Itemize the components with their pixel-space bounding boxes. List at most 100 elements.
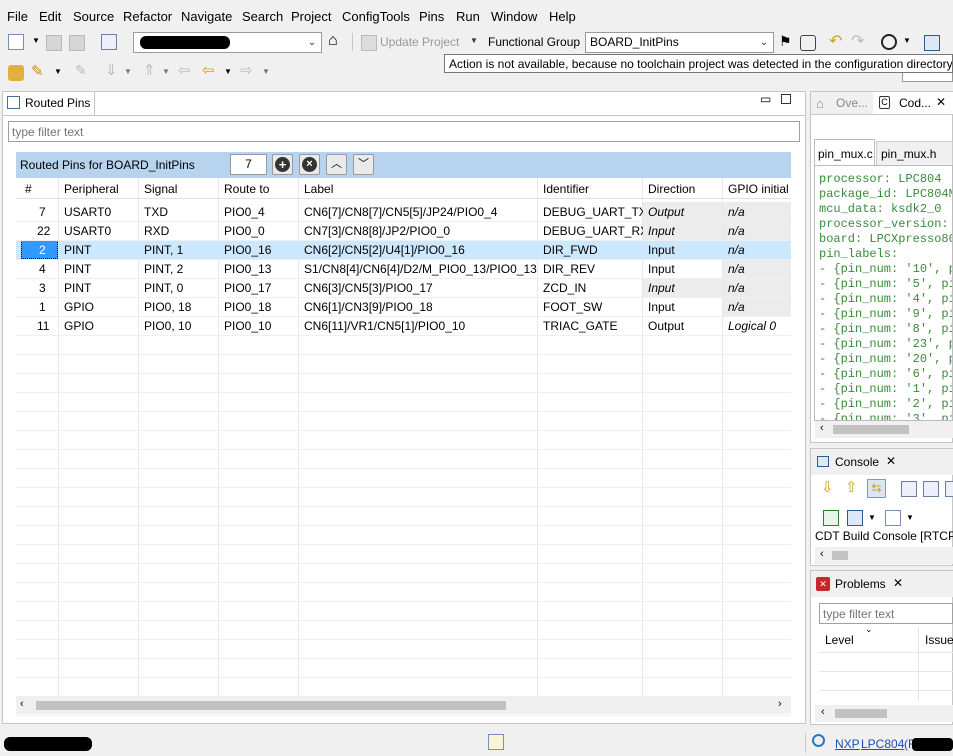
tab-pin-mux-c[interactable]: pin_mux.c bbox=[814, 139, 875, 165]
chevron-down-icon[interactable]: ▼ bbox=[470, 36, 478, 45]
table-row[interactable]: 22 USART0 RXD PIO0_0 CN7[3]/CN8[8]/JP2/P… bbox=[16, 221, 791, 240]
cell-route[interactable]: PIO0_0 bbox=[224, 224, 265, 238]
status-nxp-link[interactable]: NXP bbox=[835, 737, 860, 751]
chevron-left-icon[interactable]: ‹ bbox=[820, 422, 824, 434]
table-row[interactable]: 11 GPIO PIO0, 10 PIO0_10 CN6[11]/VR1/CN5… bbox=[16, 316, 791, 335]
cell-identifier[interactable]: FOOT_SW bbox=[543, 300, 602, 314]
cell-label[interactable]: S1/CN8[4]/CN6[4]/D2/M_PIO0_13/PIO0_13 bbox=[304, 262, 537, 276]
col-route-to[interactable]: Route to bbox=[224, 182, 269, 196]
menu-edit[interactable]: Edit bbox=[39, 9, 61, 24]
cell-gpio[interactable]: n/a bbox=[728, 243, 745, 257]
new-console-icon[interactable] bbox=[945, 481, 953, 497]
chevron-down-icon[interactable]: ▼ bbox=[32, 36, 40, 45]
console-horizontal-scrollbar[interactable]: ‹ bbox=[815, 547, 953, 564]
tab-problems[interactable]: ✕ Problems ✕ bbox=[811, 571, 953, 597]
scrollbar-thumb[interactable] bbox=[832, 551, 848, 560]
chevron-down-icon[interactable]: ▼ bbox=[224, 67, 232, 76]
new-icon[interactable] bbox=[885, 510, 901, 526]
menu-project[interactable]: Project bbox=[291, 9, 331, 24]
cell-route[interactable]: PIO0_17 bbox=[224, 281, 271, 295]
quick-access-field[interactable] bbox=[902, 73, 953, 82]
scrollbar-thumb[interactable] bbox=[36, 701, 506, 710]
cell-identifier[interactable]: DIR_FWD bbox=[543, 243, 598, 257]
menu-search[interactable]: Search bbox=[242, 9, 283, 24]
cell-peripheral[interactable]: USART0 bbox=[64, 224, 111, 238]
cell-label[interactable]: CN6[7]/CN8[7]/CN5[5]/JP24/PIO0_4 bbox=[304, 205, 497, 219]
new-icon[interactable] bbox=[8, 34, 24, 50]
cell-peripheral[interactable]: USART0 bbox=[64, 205, 111, 219]
user-icon[interactable] bbox=[881, 34, 897, 50]
cell-gpio[interactable]: n/a bbox=[728, 205, 745, 219]
arrow-up-icon[interactable]: ⇧ bbox=[845, 478, 858, 496]
cell-label[interactable]: CN6[1]/CN3[9]/PIO0_18 bbox=[304, 300, 433, 314]
cell-direction[interactable]: Output bbox=[648, 319, 684, 333]
functional-group-combo[interactable]: BOARD_InitPins ⌄ bbox=[585, 32, 774, 53]
tab-code-preview[interactable]: C Cod... ✕ bbox=[873, 92, 953, 114]
cell-signal[interactable]: TXD bbox=[144, 205, 168, 219]
col-num[interactable]: # bbox=[25, 182, 32, 196]
monitor-icon[interactable] bbox=[847, 510, 863, 526]
cell-identifier[interactable]: DIR_REV bbox=[543, 262, 595, 276]
cell-peripheral[interactable]: PINT bbox=[64, 243, 91, 257]
project-combo[interactable]: ⌄ bbox=[133, 32, 322, 53]
wand-icon[interactable]: ✎ bbox=[31, 62, 44, 80]
table-horizontal-scrollbar[interactable]: ‹ › bbox=[16, 697, 791, 714]
table-row[interactable]: 3 PINT PINT, 0 PIO0_17 CN6[3]/CN5[3]/PIO… bbox=[16, 278, 791, 297]
tab-pin-mux-h[interactable]: pin_mux.h bbox=[876, 141, 953, 165]
menu-file[interactable]: File bbox=[7, 9, 28, 24]
terminal-icon[interactable] bbox=[823, 510, 839, 526]
cell-route[interactable]: PIO0_18 bbox=[224, 300, 271, 314]
col-issue[interactable]: Issue bbox=[925, 633, 953, 647]
chevron-down-icon[interactable]: ▼ bbox=[54, 67, 62, 76]
add-row-button[interactable]: + bbox=[272, 154, 293, 175]
binary-icon[interactable] bbox=[101, 34, 117, 50]
cell-label[interactable]: CN6[2]/CN5[2]/U4[1]/PIO0_16 bbox=[304, 243, 465, 257]
cell-gpio[interactable]: n/a bbox=[728, 281, 745, 295]
chevron-right-icon[interactable]: › bbox=[778, 698, 782, 710]
routed-pins-filter-input[interactable] bbox=[8, 121, 800, 142]
monitor-icon[interactable] bbox=[924, 35, 940, 51]
cell-peripheral[interactable]: GPIO bbox=[64, 319, 94, 333]
cell-gpio[interactable]: Logical 0 bbox=[728, 319, 776, 333]
problems-filter-input[interactable] bbox=[819, 603, 953, 624]
col-identifier[interactable]: Identifier bbox=[543, 182, 589, 196]
close-icon[interactable]: ✕ bbox=[893, 576, 903, 590]
cell-signal[interactable]: PINT, 0 bbox=[144, 281, 183, 295]
cell-identifier[interactable]: TRIAC_GATE bbox=[543, 319, 617, 333]
cell-label[interactable]: CN6[11]/VR1/CN5[1]/PIO0_10 bbox=[304, 319, 465, 333]
chevron-left-icon[interactable]: ‹ bbox=[821, 706, 825, 718]
col-direction[interactable]: Direction bbox=[648, 182, 695, 196]
cell-peripheral[interactable]: GPIO bbox=[64, 300, 94, 314]
tab-overview[interactable]: ⌂ Ove... bbox=[811, 92, 873, 114]
cell-direction[interactable]: Input bbox=[648, 224, 675, 238]
cell-direction[interactable]: Input bbox=[648, 262, 675, 276]
cell-peripheral[interactable]: PINT bbox=[64, 262, 91, 276]
maximize-icon[interactable] bbox=[781, 94, 791, 104]
code-editor[interactable]: processor: LPC804 package_id: LPC804M mcu_… bbox=[814, 165, 953, 421]
cell-signal[interactable]: PIO0, 10 bbox=[144, 319, 191, 333]
close-icon[interactable]: ✕ bbox=[886, 454, 896, 468]
display-console-icon[interactable] bbox=[923, 481, 939, 497]
status-chip-link[interactable]: LPC804 bbox=[861, 737, 904, 751]
col-gpio-initial[interactable]: GPIO initial bbox=[728, 182, 789, 196]
cell-direction[interactable]: Input bbox=[648, 281, 675, 295]
chevron-down-icon[interactable]: ▼ bbox=[903, 36, 911, 45]
menu-refactor[interactable]: Refactor bbox=[123, 9, 172, 24]
problems-horizontal-scrollbar[interactable]: ‹ bbox=[815, 705, 953, 722]
power-icon[interactable] bbox=[812, 734, 825, 747]
comment-icon[interactable] bbox=[800, 35, 816, 51]
code-horizontal-scrollbar[interactable]: ‹ bbox=[815, 421, 953, 438]
cell-signal[interactable]: PINT, 1 bbox=[144, 243, 183, 257]
table-row[interactable]: 7 USART0 TXD PIO0_4 CN6[7]/CN8[7]/CN5[5]… bbox=[16, 202, 791, 221]
remove-row-button[interactable]: × bbox=[299, 154, 320, 175]
cell-route[interactable]: PIO0_10 bbox=[224, 319, 271, 333]
cell-gpio[interactable]: n/a bbox=[728, 262, 745, 276]
debug-icon[interactable] bbox=[8, 65, 24, 81]
table-row[interactable]: 4 PINT PINT, 2 PIO0_13 S1/CN8[4]/CN6[4]/… bbox=[16, 259, 791, 278]
cell-signal[interactable]: PIO0, 18 bbox=[144, 300, 191, 314]
cell-gpio[interactable]: n/a bbox=[728, 224, 745, 238]
col-label[interactable]: Label bbox=[304, 182, 333, 196]
chevron-left-icon[interactable]: ‹ bbox=[20, 698, 24, 710]
menu-configtools[interactable]: ConfigTools bbox=[342, 9, 410, 24]
scrollbar-thumb[interactable] bbox=[835, 709, 887, 718]
